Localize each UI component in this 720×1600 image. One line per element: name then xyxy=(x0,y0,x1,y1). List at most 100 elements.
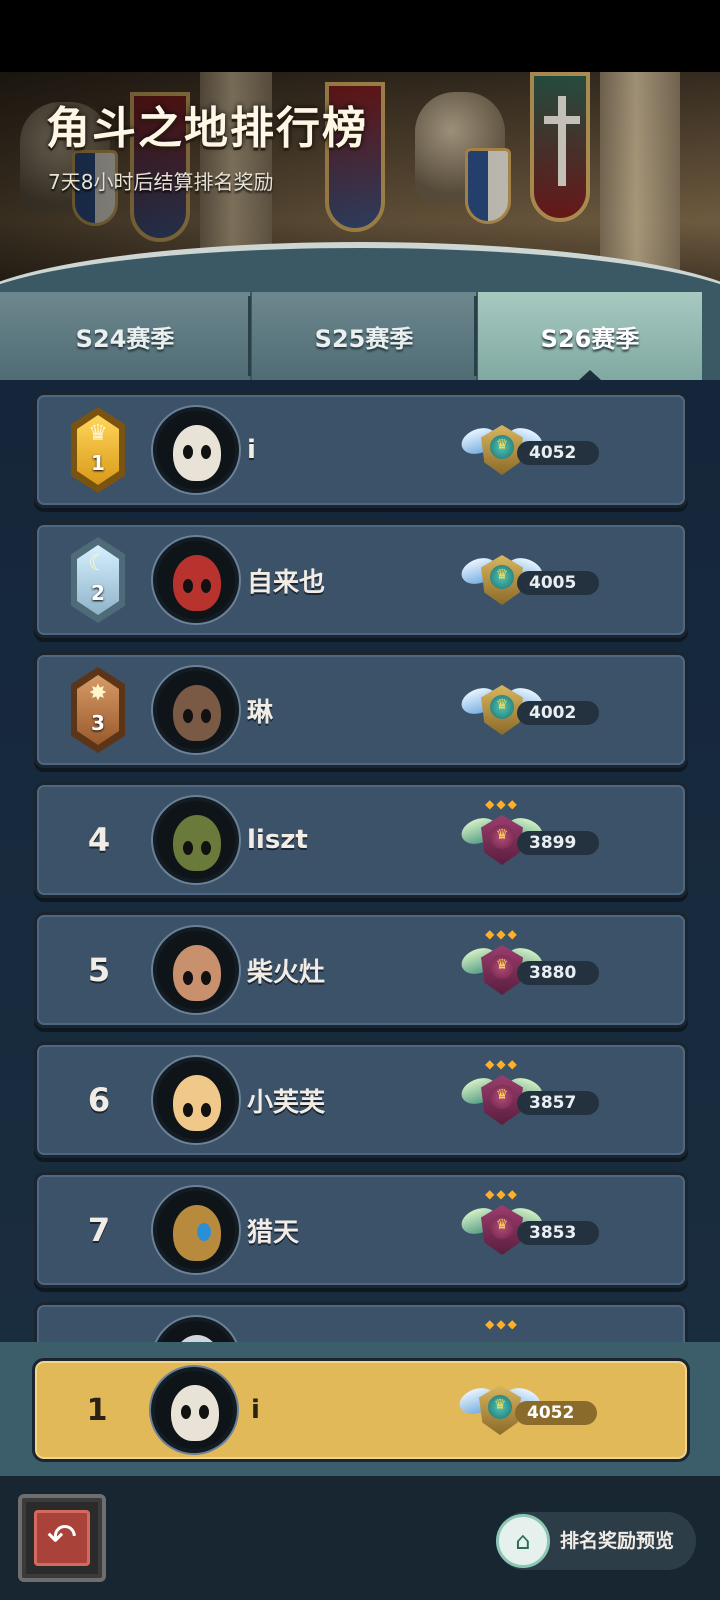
avatar-eye xyxy=(201,445,211,459)
tab-s26[interactable]: S26赛季 xyxy=(478,292,702,380)
crown-icon: ♛ xyxy=(495,567,509,583)
player-score: 3857 xyxy=(529,1093,577,1113)
leaderboard-row[interactable]: 7 猎天 ◆◆◆ ♛ 3853 xyxy=(34,1172,688,1288)
self-rank-number: 1 xyxy=(86,1392,108,1428)
avatar-eye xyxy=(183,709,193,723)
player-score: 4052 xyxy=(529,443,577,463)
player-score: 4005 xyxy=(529,573,577,593)
tab-divider xyxy=(474,296,477,376)
self-rank-row[interactable]: 1 i ♛ 4052 xyxy=(32,1358,690,1462)
footer-bar: ↶ ⌂ 排名奖励预览 xyxy=(0,1476,720,1600)
avatar-eye xyxy=(181,1405,191,1419)
leaderboard-row[interactable]: 4 liszt ◆◆◆ ♛ 3899 xyxy=(34,782,688,898)
avatar-face xyxy=(173,815,221,871)
silver-rank-badge-icon: ☾ 2 xyxy=(71,537,125,623)
score-display: ◆◆◆ ♛ 3899 xyxy=(457,797,607,879)
leaderboard-row[interactable]: 5 柴火灶 ◆◆◆ ♛ 3880 xyxy=(34,912,688,1028)
moon-icon: ☾ xyxy=(88,551,108,576)
avatar-eye xyxy=(197,1223,211,1241)
avatar-face xyxy=(173,945,221,1001)
leaderboard-row[interactable]: ◆◆◆ xyxy=(34,1302,688,1342)
crown-icon: ♛ xyxy=(495,827,509,843)
player-name: 琳 xyxy=(247,697,274,728)
avatar[interactable] xyxy=(153,1187,239,1273)
back-button[interactable]: ↶ xyxy=(18,1494,106,1582)
rank-number: 6 xyxy=(87,1081,111,1119)
avatar-face xyxy=(173,685,221,741)
gem-rank-emblem-icon: ◆◆◆ xyxy=(457,1317,547,1342)
status-bar xyxy=(0,0,720,72)
rank-pips: ◆◆◆ xyxy=(485,927,519,941)
player-name: liszt xyxy=(247,825,308,855)
leaderboard-list[interactable]: ♛ 1 i ♛ 4052 ☾ 2 自来也 ♛ 4005 ✸ 3 琳 ♛ 4002… xyxy=(0,380,720,1342)
crown-icon: ♛ xyxy=(495,1217,509,1233)
avatar-face xyxy=(173,555,221,611)
self-score: 4052 xyxy=(527,1403,575,1423)
crown-icon: ♛ xyxy=(495,1087,509,1103)
player-name: 小芙芙 xyxy=(247,1087,326,1118)
rank-number: 5 xyxy=(87,951,111,989)
back-arrow-icon: ↶ xyxy=(34,1510,90,1566)
settlement-countdown: 7天8小时后结算排名奖励 xyxy=(48,170,274,194)
avatar-eye xyxy=(201,1103,211,1117)
avatar[interactable] xyxy=(153,1317,239,1342)
avatar-eye xyxy=(183,1103,193,1117)
leaderboard-row[interactable]: 6 小芙芙 ◆◆◆ ♛ 3857 xyxy=(34,1042,688,1158)
player-name: i xyxy=(247,435,256,465)
reward-preview-button[interactable]: ⌂ 排名奖励预览 xyxy=(496,1512,696,1570)
avatar-eye xyxy=(201,971,211,985)
tab-s25[interactable]: S25赛季 xyxy=(252,292,476,380)
avatar[interactable] xyxy=(153,927,239,1013)
player-name: 柴火灶 xyxy=(247,957,326,988)
avatar[interactable] xyxy=(153,797,239,883)
page-title: 角斗之地排行榜 xyxy=(46,103,368,154)
tab-s24[interactable]: S24赛季 xyxy=(0,292,250,380)
avatar-eye xyxy=(201,841,211,855)
reward-preview-label: 排名奖励预览 xyxy=(560,1530,675,1552)
avatar-eye xyxy=(183,971,193,985)
season-tabs: S24赛季 S25赛季 S26赛季 xyxy=(0,286,720,380)
rank-pips: ◆◆◆ xyxy=(485,797,519,811)
player-name: 猎天 xyxy=(247,1217,300,1248)
avatar[interactable] xyxy=(153,537,239,623)
leaderboard-row[interactable]: ✸ 3 琳 ♛ 4002 xyxy=(34,652,688,768)
avatar-eye xyxy=(183,841,193,855)
avatar-face xyxy=(173,1335,221,1342)
score-display: ◆◆◆ ♛ 3880 xyxy=(457,927,607,1009)
star-icon: ✸ xyxy=(88,681,108,706)
score-display: ◆◆◆ xyxy=(457,1317,607,1342)
bronze-rank-badge-icon: ✸ 3 xyxy=(71,667,125,753)
self-player-name: i xyxy=(251,1395,260,1425)
avatar-face xyxy=(171,1385,219,1441)
score-display: ♛ 4052 xyxy=(457,413,607,489)
rank-number: 4 xyxy=(87,821,111,859)
rank-number: 3 xyxy=(91,711,105,735)
player-name: 自来也 xyxy=(247,567,326,598)
tab-divider xyxy=(248,296,251,376)
rank-pips: ◆◆◆ xyxy=(485,1057,519,1071)
avatar[interactable] xyxy=(153,407,239,493)
self-avatar[interactable] xyxy=(151,1367,237,1453)
crown-icon: ♛ xyxy=(495,697,509,713)
rank-pips: ◆◆◆ xyxy=(485,1187,519,1201)
avatar-eye xyxy=(183,445,193,459)
crown-icon: ♛ xyxy=(88,421,108,446)
player-score: 3880 xyxy=(529,963,577,983)
rank-number: 1 xyxy=(91,451,105,475)
avatar-face xyxy=(173,1075,221,1131)
gold-rank-badge-icon: ♛ 1 xyxy=(71,407,125,493)
rank-pips: ◆◆◆ xyxy=(485,1317,519,1331)
avatar-face xyxy=(173,425,221,481)
leaderboard-row[interactable]: ☾ 2 自来也 ♛ 4005 xyxy=(34,522,688,638)
crown-icon: ♛ xyxy=(495,437,509,453)
player-score: 3853 xyxy=(529,1223,577,1243)
avatar[interactable] xyxy=(153,667,239,753)
score-display: ♛ 4002 xyxy=(457,673,607,749)
avatar[interactable] xyxy=(153,1057,239,1143)
rank-number: 7 xyxy=(87,1211,111,1249)
crown-icon: ♛ xyxy=(495,957,509,973)
tab-selected-indicator xyxy=(579,370,601,380)
avatar-eye xyxy=(183,579,193,593)
leaderboard-row[interactable]: ♛ 1 i ♛ 4052 xyxy=(34,392,688,508)
reward-chest-icon: ⌂ xyxy=(496,1514,550,1568)
